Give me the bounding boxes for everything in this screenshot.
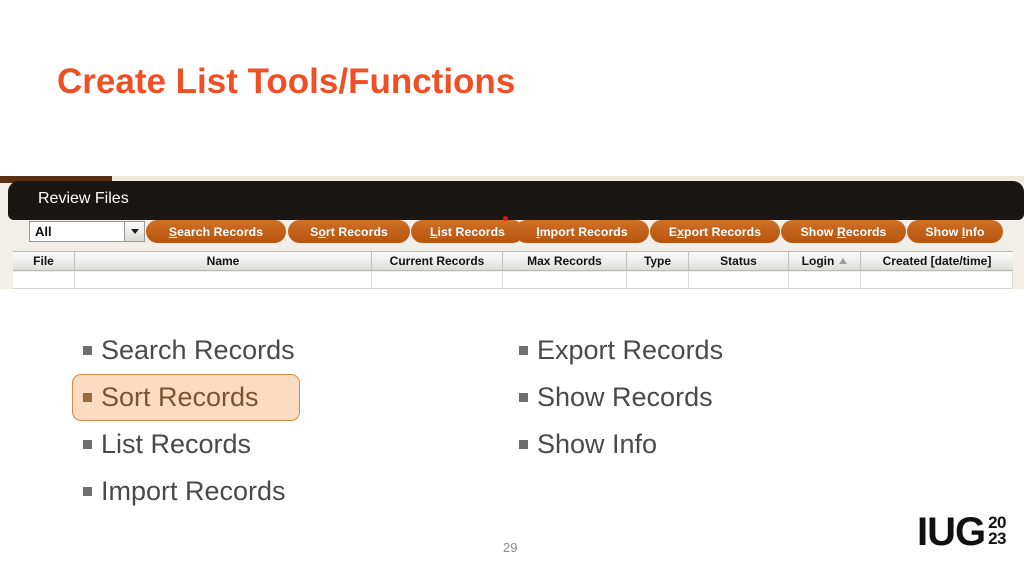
list-item-label: Show Records	[537, 382, 713, 412]
bullet-square-icon	[83, 393, 92, 402]
column-header-label: Status	[720, 254, 757, 268]
toolbar-button-label: Show Records	[800, 224, 887, 239]
cursor-marker-dot	[503, 216, 508, 221]
table-cell	[861, 272, 1013, 288]
list-item-label: Sort Records	[101, 382, 259, 412]
bullet-square-icon	[83, 487, 92, 496]
list-item-label: Show Info	[537, 429, 658, 459]
table-cell	[372, 272, 503, 288]
tools-list-left: Search Records Sort Records List Records Im…	[72, 327, 304, 515]
toolbar-button-sort-records[interactable]: Sort Records	[288, 220, 410, 243]
list-item-label: Import Records	[101, 476, 286, 506]
toolbar-button-show-info[interactable]: Show Info	[907, 220, 1003, 243]
column-header-file[interactable]: File	[13, 252, 75, 270]
list-item-label: Export Records	[537, 335, 724, 365]
toolbar-button-label: Export Records	[668, 224, 762, 239]
list-item: Search Records	[72, 327, 304, 374]
records-table-header-row: File Name Current Records Max Records Type St…	[13, 251, 1013, 271]
column-header-label: Created [date/time]	[882, 254, 992, 268]
logo-mark: IUG	[916, 510, 986, 554]
list-item: Export Records	[508, 327, 732, 374]
column-header-label: Login	[801, 254, 835, 268]
toolbar-button-label: List Records	[429, 224, 506, 239]
chevron-down-icon[interactable]	[124, 222, 144, 241]
list-item-label: List Records	[101, 429, 252, 459]
column-header-max-records[interactable]: Max Records	[503, 252, 627, 270]
table-cell	[789, 272, 861, 288]
column-header-label: Type	[643, 254, 672, 268]
column-header-label: Name	[206, 254, 240, 268]
column-header-current-records[interactable]: Current Records	[372, 252, 503, 270]
list-item: Sort Records	[72, 374, 300, 421]
list-item: Show Info	[508, 421, 666, 468]
column-header-label: Max Records	[527, 254, 602, 268]
column-header-status[interactable]: Status	[689, 252, 789, 270]
column-header-login[interactable]: Login	[789, 252, 861, 270]
column-header-name[interactable]: Name	[75, 252, 372, 270]
page-title: Create List Tools/Functions	[57, 62, 516, 101]
table-cell	[13, 272, 75, 288]
toolbar-button-label: Show Info	[925, 224, 985, 239]
toolbar-button-search-records[interactable]: Search Records	[146, 220, 286, 243]
column-header-created-date-time[interactable]: Created [date/time]	[861, 252, 1013, 270]
bullet-square-icon	[519, 440, 528, 449]
bullet-square-icon	[519, 346, 528, 355]
review-files-screenshot: Review Files All Search Records Sort Reco…	[0, 176, 1024, 289]
toolbar-button-show-records[interactable]: Show Records	[781, 220, 906, 243]
toolbar-button-label: Sort Records	[310, 224, 388, 239]
column-header-type[interactable]: Type	[627, 252, 689, 270]
bullet-square-icon	[519, 393, 528, 402]
bullet-square-icon	[83, 346, 92, 355]
table-cell	[689, 272, 789, 288]
bullet-square-icon	[83, 440, 92, 449]
table-row[interactable]	[13, 272, 1013, 289]
toolbar-button-import-records[interactable]: Import Records	[515, 220, 649, 243]
table-cell	[627, 272, 689, 288]
toolbar-button-list-records[interactable]: List Records	[411, 220, 524, 243]
file-filter-value: All	[35, 224, 52, 239]
column-header-label: File	[33, 254, 54, 268]
list-item: Import Records	[72, 468, 295, 515]
tools-list-right: Export Records Show Records Show Info	[508, 327, 732, 468]
iug-logo: IUG 20 23	[916, 510, 1007, 554]
toolbar-button-export-records[interactable]: Export Records	[650, 220, 780, 243]
column-header-label: Current Records	[389, 254, 485, 268]
page-number: 29	[503, 540, 518, 555]
toolbar-button-label: Import Records	[536, 224, 628, 239]
list-item: List Records	[72, 421, 260, 468]
toolbar-button-label: Search Records	[168, 224, 264, 239]
logo-year-bottom: 23	[988, 529, 1006, 549]
app-window-title: Review Files	[38, 190, 129, 207]
app-titlebar: Review Files	[8, 181, 1024, 220]
list-item: Show Records	[508, 374, 722, 421]
sort-ascending-icon	[839, 258, 848, 264]
table-cell	[75, 272, 372, 288]
table-cell	[503, 272, 627, 288]
logo-year: 20 23	[988, 514, 1006, 549]
list-item-label: Search Records	[101, 335, 295, 365]
file-filter-select[interactable]: All	[29, 221, 145, 242]
